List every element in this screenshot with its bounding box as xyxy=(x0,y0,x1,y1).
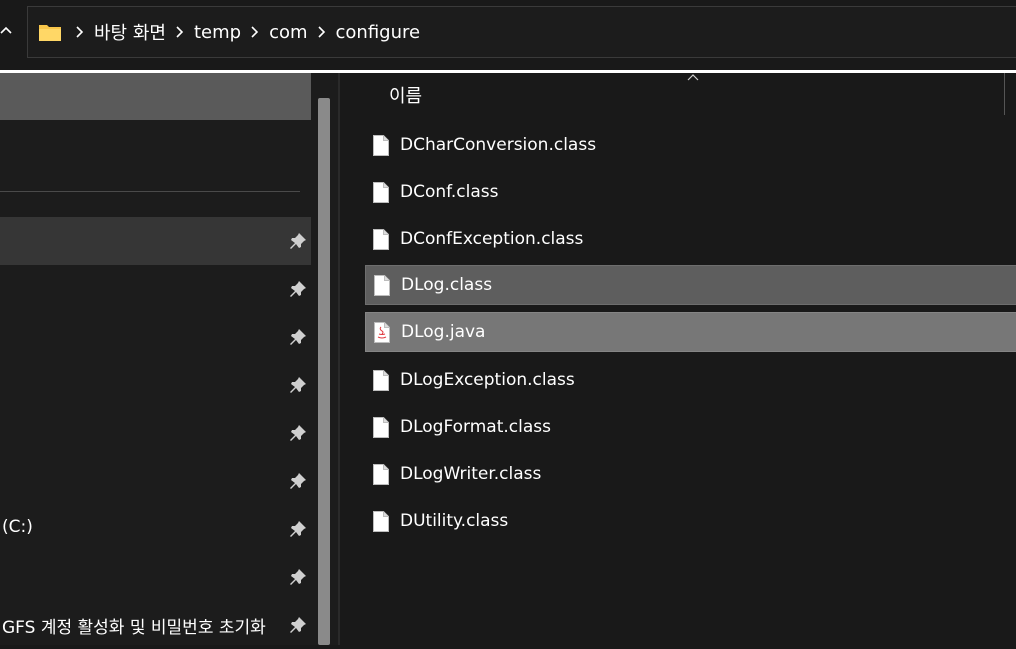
pin-icon[interactable] xyxy=(289,376,307,394)
file-icon xyxy=(373,417,389,438)
pane-splitter[interactable] xyxy=(338,73,340,645)
breadcrumb-item-desktop[interactable]: 바탕 화면 xyxy=(90,19,170,45)
file-list: 이름 DCharConversion.class DConf.class DCo… xyxy=(341,73,1016,645)
pin-icon[interactable] xyxy=(289,616,307,634)
pin-icon[interactable] xyxy=(289,424,307,442)
nav-item[interactable] xyxy=(0,457,311,505)
pin-icon[interactable] xyxy=(289,520,307,538)
file-icon xyxy=(373,370,389,391)
file-name: DUtility.class xyxy=(400,511,509,531)
nav-item-gfs-account[interactable]: GFS 계정 활성화 및 비밀번호 초기화 xyxy=(0,601,311,649)
nav-scrollbar[interactable] xyxy=(318,98,330,645)
file-row[interactable]: DLogException.class xyxy=(365,361,1016,401)
file-row[interactable]: DConf.class xyxy=(365,173,1016,213)
column-divider[interactable] xyxy=(1004,73,1005,115)
address-bar[interactable]: 바탕 화면 temp com configure xyxy=(27,6,1016,58)
nav-item-label: GFS 계정 활성화 및 비밀번호 초기화 xyxy=(2,618,266,638)
nav-item[interactable] xyxy=(0,409,311,457)
file-name: DLogWriter.class xyxy=(400,464,542,484)
pin-icon[interactable] xyxy=(289,328,307,346)
file-name: DLogFormat.class xyxy=(400,417,551,437)
java-file-icon xyxy=(374,322,390,343)
file-icon xyxy=(373,464,389,485)
pin-icon[interactable] xyxy=(289,568,307,586)
file-name: DLog.class xyxy=(401,275,493,295)
nav-item[interactable] xyxy=(0,361,311,409)
file-name: DLogException.class xyxy=(400,370,575,390)
file-row[interactable]: DLogWriter.class xyxy=(365,455,1016,495)
file-name: DLog.java xyxy=(401,322,486,342)
up-arrow-icon[interactable] xyxy=(0,24,12,42)
chevron-right-icon[interactable] xyxy=(174,25,186,39)
file-icon xyxy=(373,135,389,156)
nav-item-label: (C:) xyxy=(2,517,33,537)
pin-icon[interactable] xyxy=(289,280,307,298)
pin-icon[interactable] xyxy=(289,472,307,490)
folder-icon xyxy=(39,25,61,41)
file-name: DConf.class xyxy=(400,182,499,202)
file-row[interactable]: DCharConversion.class xyxy=(365,126,1016,166)
pin-icon[interactable] xyxy=(289,232,307,250)
column-header-name[interactable]: 이름 xyxy=(389,82,422,108)
nav-item[interactable] xyxy=(0,553,311,601)
file-row[interactable]: DConfException.class xyxy=(365,220,1016,260)
breadcrumb-item-temp[interactable]: temp xyxy=(190,22,245,43)
navigation-pane: (C:) GFS 계정 활성화 및 비밀번호 초기화 xyxy=(0,73,340,645)
file-row[interactable]: DLogFormat.class xyxy=(365,408,1016,448)
nav-item[interactable] xyxy=(0,313,311,361)
nav-item-drive-c[interactable]: (C:) xyxy=(0,505,311,553)
file-name: DConfException.class xyxy=(400,229,584,249)
nav-item[interactable] xyxy=(0,265,311,313)
breadcrumb-item-com[interactable]: com xyxy=(265,22,311,43)
chevron-right-icon[interactable] xyxy=(74,25,86,39)
nav-item[interactable] xyxy=(0,217,311,265)
chevron-right-icon[interactable] xyxy=(249,25,261,39)
nav-divider xyxy=(0,191,300,192)
breadcrumb-item-configure[interactable]: configure xyxy=(332,22,425,43)
file-row[interactable]: DUtility.class xyxy=(365,502,1016,542)
chevron-right-icon[interactable] xyxy=(316,25,328,39)
nav-item-selected[interactable] xyxy=(0,73,311,120)
file-icon xyxy=(373,229,389,250)
file-icon xyxy=(373,182,389,203)
file-icon xyxy=(373,511,389,532)
file-row-selected[interactable]: DLog.java xyxy=(365,312,1016,352)
file-row-selected[interactable]: DLog.class xyxy=(365,265,1016,305)
sort-ascending-icon xyxy=(687,74,699,81)
file-icon xyxy=(374,275,390,296)
file-name: DCharConversion.class xyxy=(400,135,597,155)
